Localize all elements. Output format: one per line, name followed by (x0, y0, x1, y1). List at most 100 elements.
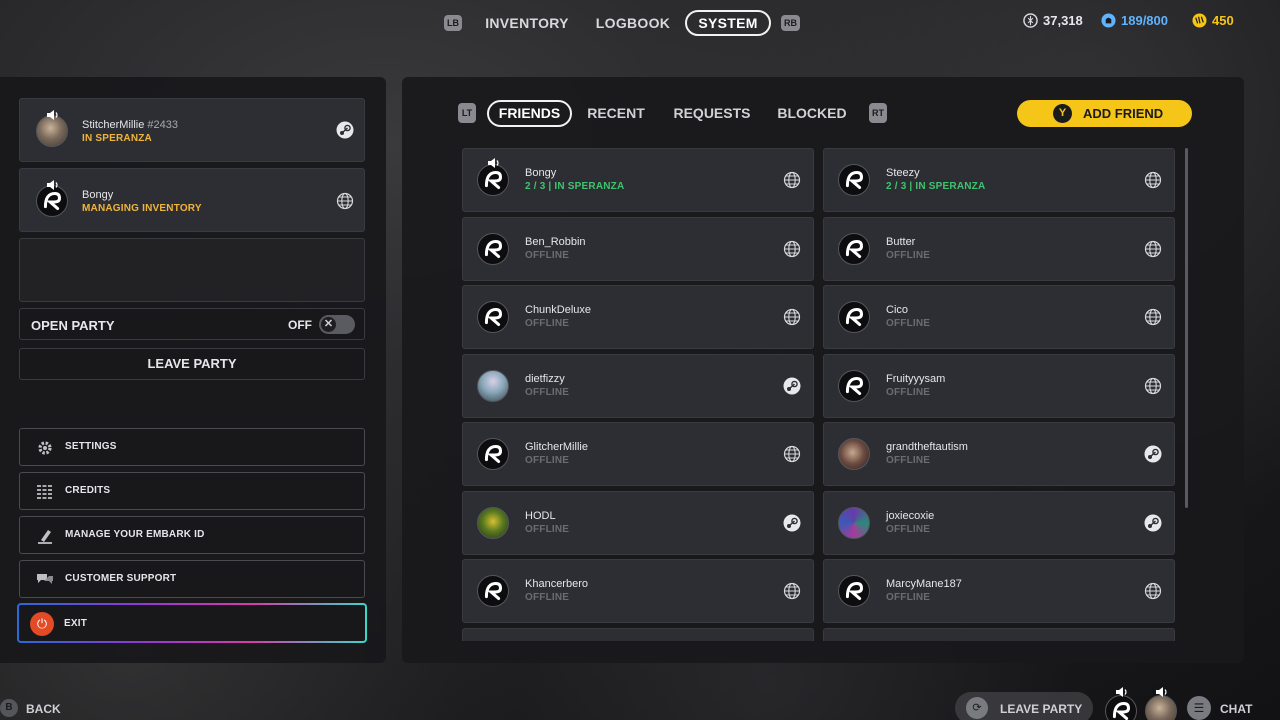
friend-name: Bongy (525, 167, 557, 179)
friend-card[interactable]: Butter OFFLINE (823, 216, 1175, 281)
globe-icon[interactable] (1144, 308, 1162, 326)
avatar (838, 301, 870, 333)
friend-card[interactable]: HODL OFFLINE (462, 490, 814, 555)
friend-card[interactable]: Ben_Robbin OFFLINE (462, 216, 814, 281)
friend-card-partial[interactable] (462, 628, 814, 641)
manage-embark-id-button[interactable]: MANAGE YOUR EMBARK ID (19, 516, 365, 554)
avatar (838, 575, 870, 607)
friend-status: 2 / 3 | IN SPERANZA (886, 181, 986, 192)
open-party-toggle[interactable]: ✕ (319, 315, 355, 334)
avatar (838, 164, 870, 196)
friend-status: OFFLINE (886, 386, 931, 398)
avatar (477, 575, 509, 607)
friend-card[interactable]: dietfizzy OFFLINE (462, 353, 814, 418)
friend-card[interactable]: Bongy 2 / 3 | IN SPERANZA (462, 148, 814, 212)
tab-logbook[interactable]: LOGBOOK (590, 10, 676, 36)
friend-card-partial[interactable] (823, 628, 1175, 641)
friend-card[interactable]: grandtheftautism OFFLINE (823, 422, 1175, 486)
globe-icon[interactable] (1144, 240, 1162, 258)
embark-id-label: MANAGE YOUR EMBARK ID (65, 529, 205, 540)
bottom-leave-party-button[interactable]: ⟳ LEAVE PARTY (955, 692, 1093, 720)
support-label: CUSTOMER SUPPORT (65, 573, 177, 584)
empty-party-slot[interactable] (19, 238, 365, 302)
globe-icon[interactable] (783, 445, 801, 463)
tab-system[interactable]: SYSTEM (685, 10, 771, 36)
avatar (838, 232, 870, 265)
embark-logo-icon (845, 307, 864, 326)
member-status: IN SPERANZA (82, 133, 152, 144)
friend-card[interactable]: Cico OFFLINE (823, 285, 1175, 349)
globe-icon[interactable] (1144, 582, 1162, 600)
speaker-icon (1156, 687, 1167, 697)
add-friend-label: ADD FRIEND (1083, 106, 1164, 121)
steam-icon[interactable] (783, 514, 801, 532)
steam-icon[interactable] (336, 121, 354, 139)
exit-button[interactable]: ⏻ EXIT (17, 603, 367, 643)
globe-icon[interactable] (783, 308, 801, 326)
friends-scrollbar[interactable] (1185, 148, 1188, 508)
globe-icon[interactable] (1144, 377, 1162, 395)
friend-status: OFFLINE (886, 249, 931, 261)
friend-card[interactable]: Fruityyysam OFFLINE (823, 353, 1175, 418)
friend-name: grandtheftautism (886, 441, 968, 453)
avatar (477, 506, 509, 539)
customer-support-button[interactable]: CUSTOMER SUPPORT (19, 560, 365, 598)
globe-icon[interactable] (1144, 171, 1162, 189)
tab-blocked[interactable]: BLOCKED (773, 100, 851, 127)
globe-icon[interactable] (783, 240, 801, 258)
b-button-icon: B (0, 699, 18, 717)
steam-icon[interactable] (1144, 514, 1162, 532)
lb-button-hint[interactable]: LB (444, 15, 462, 31)
leave-party-button[interactable]: LEAVE PARTY (19, 348, 365, 380)
party-member-card[interactable]: StitcherMillie #2433 IN SPERANZA (19, 98, 365, 162)
bottom-party-avatar[interactable] (1105, 695, 1137, 720)
chat-label: CHAT (1220, 702, 1253, 716)
member-name: Bongy (82, 189, 114, 201)
friend-card[interactable]: Khancerbero OFFLINE (462, 559, 814, 623)
open-party-row[interactable]: OPEN PARTY OFF ✕ (19, 308, 365, 340)
friend-card[interactable]: joxiecoxie OFFLINE (823, 490, 1175, 555)
speaker-icon (488, 158, 499, 168)
menu-icon: ☰ (1187, 696, 1211, 720)
friend-card[interactable]: Steezy 2 / 3 | IN SPERANZA (823, 148, 1175, 212)
friend-name: ChunkDeluxe (525, 304, 592, 316)
friend-status: OFFLINE (886, 523, 931, 535)
top-nav: LB INVENTORY LOGBOOK SYSTEM RB 37,318 18… (0, 10, 1280, 36)
settings-button[interactable]: SETTINGS (19, 428, 365, 466)
tab-requests[interactable]: REQUESTS (670, 100, 754, 127)
add-friend-button[interactable]: Y ADD FRIEND (1017, 100, 1192, 127)
party-member-card[interactable]: Bongy MANAGING INVENTORY (19, 168, 365, 232)
storage-value: 189/800 (1121, 13, 1168, 28)
speaker-icon (1116, 687, 1127, 697)
rb-button-hint[interactable]: RB (781, 15, 800, 31)
speaker-icon (47, 110, 58, 120)
bottom-party-avatar[interactable] (1145, 695, 1177, 720)
rt-button-hint[interactable]: RT (869, 103, 887, 123)
globe-icon[interactable] (783, 582, 801, 600)
embark-logo-icon (845, 239, 864, 258)
friend-status: OFFLINE (886, 592, 931, 603)
friend-name: Butter (886, 235, 916, 248)
embark-logo-icon (845, 581, 864, 600)
credits-button[interactable]: CREDITS (19, 472, 365, 510)
globe-icon[interactable] (783, 171, 801, 189)
embark-logo-icon (484, 581, 503, 600)
currency-storage: 189/800 (1101, 13, 1168, 28)
member-status: MANAGING INVENTORY (82, 203, 202, 214)
tab-inventory[interactable]: INVENTORY (478, 10, 576, 36)
tab-recent[interactable]: RECENT (583, 100, 649, 127)
globe-icon[interactable] (336, 192, 354, 210)
friend-card[interactable]: ChunkDeluxe OFFLINE (462, 285, 814, 349)
credits-label: CREDITS (65, 485, 111, 496)
embark-logo-icon (484, 444, 503, 463)
steam-icon[interactable] (783, 377, 801, 395)
steam-icon[interactable] (1144, 445, 1162, 463)
avatar (477, 438, 509, 470)
toggle-off-icon: ✕ (321, 317, 336, 332)
currency-coins: 37,318 (1023, 13, 1083, 28)
friend-card[interactable]: GlitcherMillie OFFLINE (462, 422, 814, 486)
lt-button-hint[interactable]: LT (458, 103, 476, 123)
friend-name: joxiecoxie (886, 509, 935, 522)
friend-card[interactable]: MarcyMane187 OFFLINE (823, 559, 1175, 623)
tab-friends[interactable]: FRIENDS (487, 100, 572, 127)
